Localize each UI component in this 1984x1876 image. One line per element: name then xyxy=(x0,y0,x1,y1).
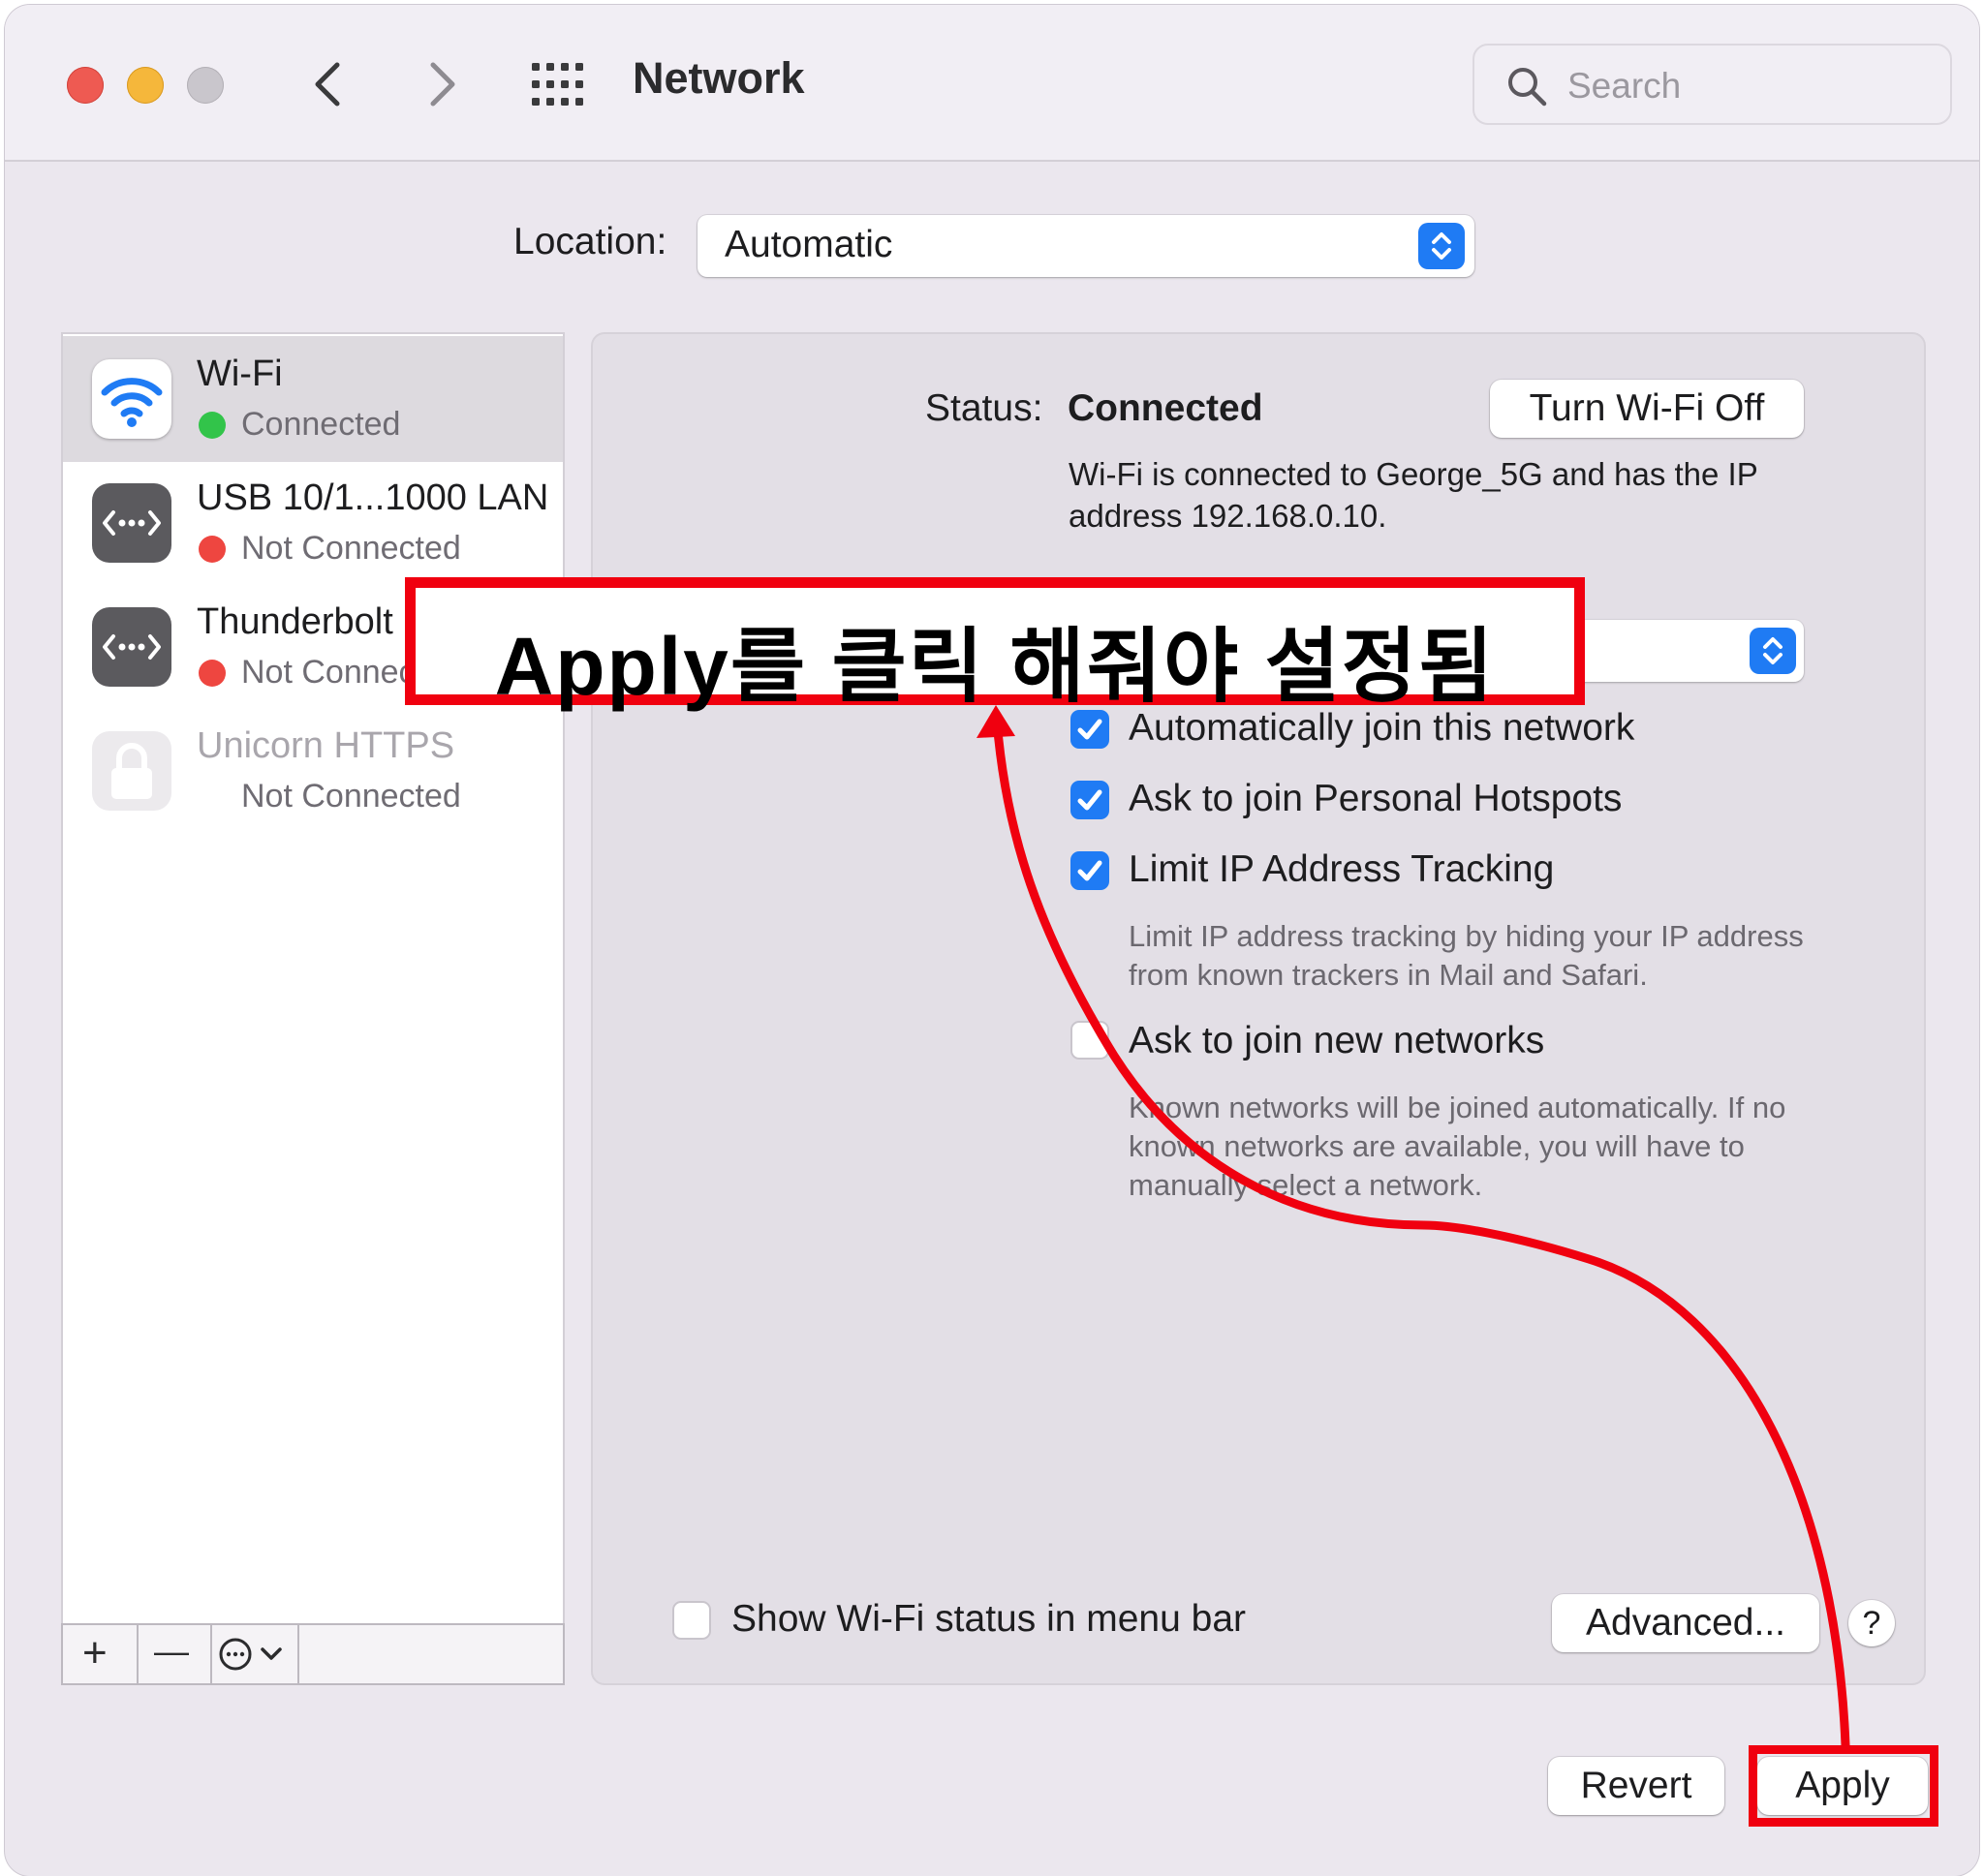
close-window-button[interactable] xyxy=(67,67,104,104)
status-dot-icon xyxy=(199,412,226,439)
service-status: Not Connected xyxy=(241,778,461,815)
location-label: Location: xyxy=(513,221,667,262)
checkmark-icon xyxy=(1077,860,1102,881)
ethernet-icon xyxy=(92,607,171,687)
turn-wifi-off-button[interactable]: Turn Wi-Fi Off xyxy=(1490,380,1804,438)
show-wifi-status-checkbox[interactable] xyxy=(672,1601,711,1640)
checkmark-icon xyxy=(1077,789,1102,811)
help-button[interactable]: ? xyxy=(1848,1600,1895,1646)
ask-new-networks-checkbox[interactable] xyxy=(1070,1021,1109,1060)
service-status: Not Connected xyxy=(241,530,461,567)
service-item-usb-lan[interactable]: USB 10/1...1000 LAN Not Connected xyxy=(63,460,563,586)
service-actions-menu[interactable] xyxy=(210,1625,299,1683)
apply-highlight-box xyxy=(1749,1745,1938,1827)
lock-icon xyxy=(92,731,171,811)
search-icon xyxy=(1508,68,1547,107)
chevron-right-icon xyxy=(430,62,455,107)
ask-new-networks-help: Known networks will be joined automatica… xyxy=(1129,1091,1786,1202)
service-name: Thunderbolt xyxy=(197,601,393,642)
annotation-text: Apply를 클릭 해줘야 설정됨 xyxy=(494,621,1496,712)
limit-ip-tracking-help: Limit IP address tracking by hiding your… xyxy=(1129,919,1804,992)
window-title: Network xyxy=(633,53,805,103)
remove-service-button[interactable]: — xyxy=(137,1625,212,1683)
service-name: Unicorn HTTPS xyxy=(197,725,455,766)
status-label: Status: xyxy=(925,387,1043,429)
zoom-window-button[interactable] xyxy=(187,67,224,104)
service-name: USB 10/1...1000 LAN xyxy=(197,477,549,518)
service-item-wifi[interactable]: Wi-Fi Connected xyxy=(63,336,563,462)
search-field[interactable]: Search xyxy=(1472,44,1952,125)
search-placeholder: Search xyxy=(1567,66,1682,106)
grid-icon xyxy=(532,63,583,106)
status-dot-icon xyxy=(199,660,226,687)
location-value: Automatic xyxy=(725,224,893,265)
service-list: Wi-Fi Connected USB 10/1...1000 LAN Not … xyxy=(61,332,565,1625)
status-description: Wi-Fi is connected to George_5G and has … xyxy=(1069,456,1758,534)
personal-hotspots-checkbox[interactable] xyxy=(1070,781,1109,819)
show-wifi-status-label[interactable]: Show Wi-Fi status in menu bar xyxy=(731,1598,1246,1641)
revert-button[interactable]: Revert xyxy=(1548,1757,1724,1815)
location-stepper-icon xyxy=(1418,223,1465,269)
service-status: Connected xyxy=(241,406,401,443)
advanced-button[interactable]: Advanced... xyxy=(1552,1594,1819,1652)
ellipsis-circle-icon xyxy=(219,1638,252,1671)
ask-new-networks-label[interactable]: Ask to join new networks xyxy=(1129,1020,1544,1062)
status-dot-icon xyxy=(199,536,226,563)
limit-ip-tracking-checkbox[interactable] xyxy=(1070,851,1109,890)
add-service-button[interactable]: + xyxy=(63,1625,139,1683)
ethernet-icon xyxy=(92,483,171,563)
minimize-window-button[interactable] xyxy=(127,67,164,104)
service-name: Wi-Fi xyxy=(197,354,283,394)
status-value: Connected xyxy=(1068,387,1263,429)
limit-ip-tracking-label[interactable]: Limit IP Address Tracking xyxy=(1129,848,1554,891)
forward-button[interactable] xyxy=(412,53,470,115)
service-item-unicorn-https[interactable]: Unicorn HTTPS Not Connected xyxy=(63,708,563,834)
chevron-left-icon xyxy=(315,62,340,107)
network-stepper-icon xyxy=(1750,628,1796,674)
show-all-button[interactable] xyxy=(530,61,588,108)
personal-hotspots-label[interactable]: Ask to join Personal Hotspots xyxy=(1129,778,1622,820)
service-list-toolbar: + — xyxy=(61,1623,565,1685)
title-bar: Network Search xyxy=(5,5,1979,162)
back-button[interactable] xyxy=(300,53,358,115)
plus-icon: + xyxy=(82,1629,108,1676)
annotation-callout: Apply를 클릭 해줘야 설정됨 xyxy=(405,577,1585,712)
location-select[interactable]: Automatic xyxy=(698,215,1474,277)
chevron-down-icon xyxy=(261,1647,282,1660)
wifi-icon xyxy=(92,359,171,439)
minus-icon: — xyxy=(154,1631,189,1671)
